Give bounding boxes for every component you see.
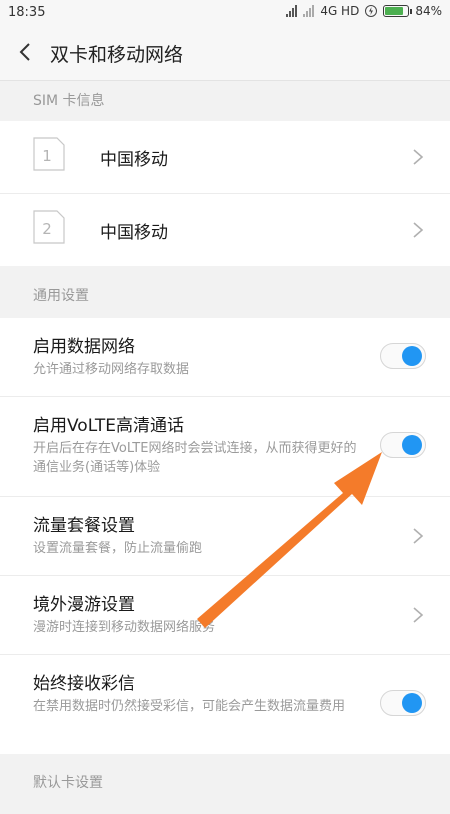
settings-content: SIM 卡信息 1 中国移动 2 中国移动 通用设置 启用数据网络 允许通过移动… (0, 81, 450, 814)
setting-title: 启用VoLTE高清通话 (33, 416, 184, 436)
setting-row-data-plan[interactable]: 流量套餐设置 设置流量套餐，防止流量偷跑 (0, 497, 450, 576)
sim-slot-number: 2 (42, 220, 52, 238)
toggle-knob (402, 435, 422, 455)
charging-icon (365, 5, 378, 17)
status-time: 18:35 (8, 5, 46, 20)
network-type-label: 4G HD (320, 4, 360, 18)
page-title: 双卡和移动网络 (50, 44, 184, 66)
signal-icon (286, 5, 298, 17)
section-title-sim: SIM 卡信息 (33, 93, 105, 109)
sim-carrier-name: 中国移动 (100, 150, 168, 170)
setting-row-volte[interactable]: 启用VoLTE高清通话 开启后在存在VoLTE网络时会尝试连接，从而获得更好的通… (0, 397, 450, 497)
setting-description: 开启后在存在VoLTE网络时会尝试连接，从而获得更好的通信业务(通话等)体验 (33, 441, 357, 475)
toggle-knob (402, 346, 422, 366)
sim-card-icon: 1 (33, 137, 65, 171)
sim-carrier-name: 中国移动 (100, 223, 168, 243)
signal-icon (303, 5, 315, 17)
toggle-knob (402, 693, 422, 713)
battery-icon (383, 5, 413, 17)
section-title-general: 通用设置 (33, 288, 89, 304)
app-header: 双卡和移动网络 (0, 26, 450, 81)
chevron-right-icon (413, 528, 424, 544)
mobile-data-toggle[interactable] (380, 343, 426, 369)
setting-title: 始终接收彩信 (33, 674, 135, 694)
setting-row-mms[interactable]: 始终接收彩信 在禁用数据时仍然接受彩信，可能会产生数据流量费用 (0, 655, 450, 754)
setting-row-mobile-data[interactable]: 启用数据网络 允许通过移动网络存取数据 (0, 318, 450, 397)
setting-title: 境外漫游设置 (33, 595, 135, 615)
section-title-default-card: 默认卡设置 (33, 775, 103, 791)
sim-slot-number: 1 (42, 147, 52, 165)
sim-card-list: 1 中国移动 2 中国移动 (0, 121, 450, 266)
setting-description: 设置流量套餐，防止流量偷跑 (33, 541, 203, 556)
back-arrow-icon[interactable] (14, 40, 38, 64)
volte-toggle[interactable] (380, 432, 426, 458)
setting-title: 启用数据网络 (33, 337, 135, 357)
setting-row-roaming[interactable]: 境外漫游设置 漫游时连接到移动数据网络服务 (0, 576, 450, 655)
status-icons: 4G HD 84% (286, 4, 442, 18)
mms-toggle[interactable] (380, 690, 426, 716)
battery-level-fill (385, 7, 404, 15)
setting-description: 漫游时连接到移动数据网络服务 (33, 620, 216, 635)
chevron-right-icon (413, 222, 424, 238)
setting-description: 允许通过移动网络存取数据 (33, 362, 190, 377)
sim-card-row[interactable]: 2 中国移动 (0, 194, 450, 266)
sim-card-icon: 2 (33, 210, 65, 244)
sim-card-row[interactable]: 1 中国移动 (0, 121, 450, 194)
chevron-right-icon (413, 149, 424, 165)
setting-description: 在禁用数据时仍然接受彩信，可能会产生数据流量费用 (33, 699, 346, 714)
battery-percent: 84% (415, 4, 442, 18)
status-bar: 18:35 4G HD 84% (0, 0, 450, 26)
chevron-right-icon (413, 607, 424, 623)
general-settings-list: 启用数据网络 允许通过移动网络存取数据 启用VoLTE高清通话 开启后在存在Vo… (0, 318, 450, 754)
setting-title: 流量套餐设置 (33, 516, 135, 536)
